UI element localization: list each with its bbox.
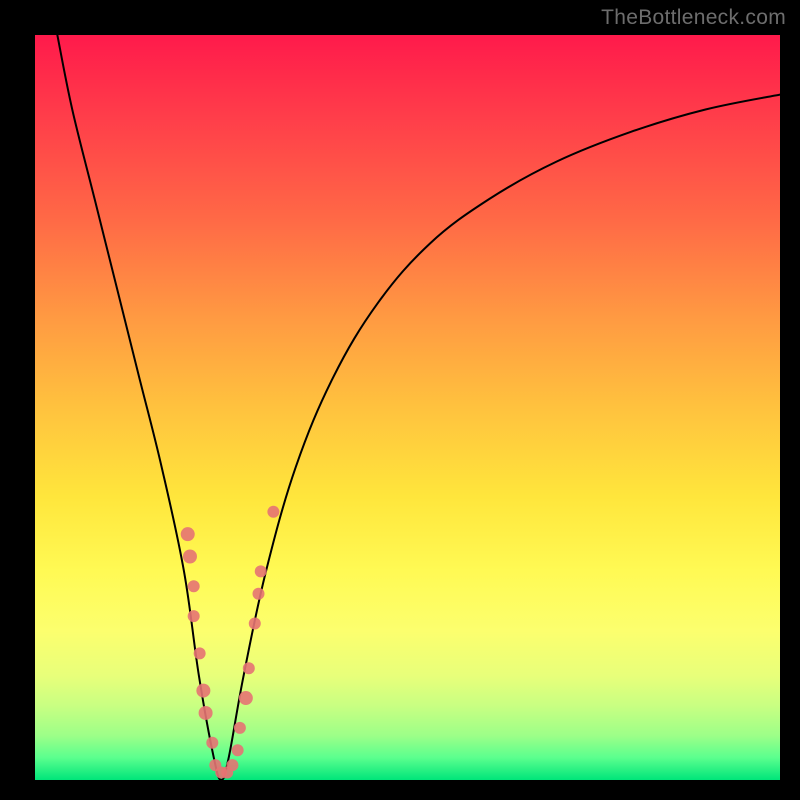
scatter-dot xyxy=(183,550,197,564)
scatter-dot xyxy=(206,737,218,749)
chart-stage: TheBottleneck.com xyxy=(0,0,800,800)
scatter-dot xyxy=(181,527,195,541)
scatter-dot xyxy=(255,565,267,577)
scatter-dot xyxy=(226,759,238,771)
scatter-dot xyxy=(188,580,200,592)
scatter-dot xyxy=(239,691,253,705)
scatter-dot xyxy=(243,662,255,674)
scatter-dot xyxy=(194,647,206,659)
plot-area xyxy=(35,35,780,780)
scatter-dot xyxy=(232,744,244,756)
scatter-dot xyxy=(199,706,213,720)
curve-layer xyxy=(35,35,780,780)
scatter-dots xyxy=(181,506,280,779)
watermark-text: TheBottleneck.com xyxy=(601,6,786,30)
scatter-dot xyxy=(234,722,246,734)
scatter-dot xyxy=(253,588,265,600)
scatter-dot xyxy=(267,506,279,518)
scatter-dot xyxy=(249,618,261,630)
scatter-dot xyxy=(196,684,210,698)
scatter-dot xyxy=(188,610,200,622)
bottleneck-curve xyxy=(57,35,780,780)
